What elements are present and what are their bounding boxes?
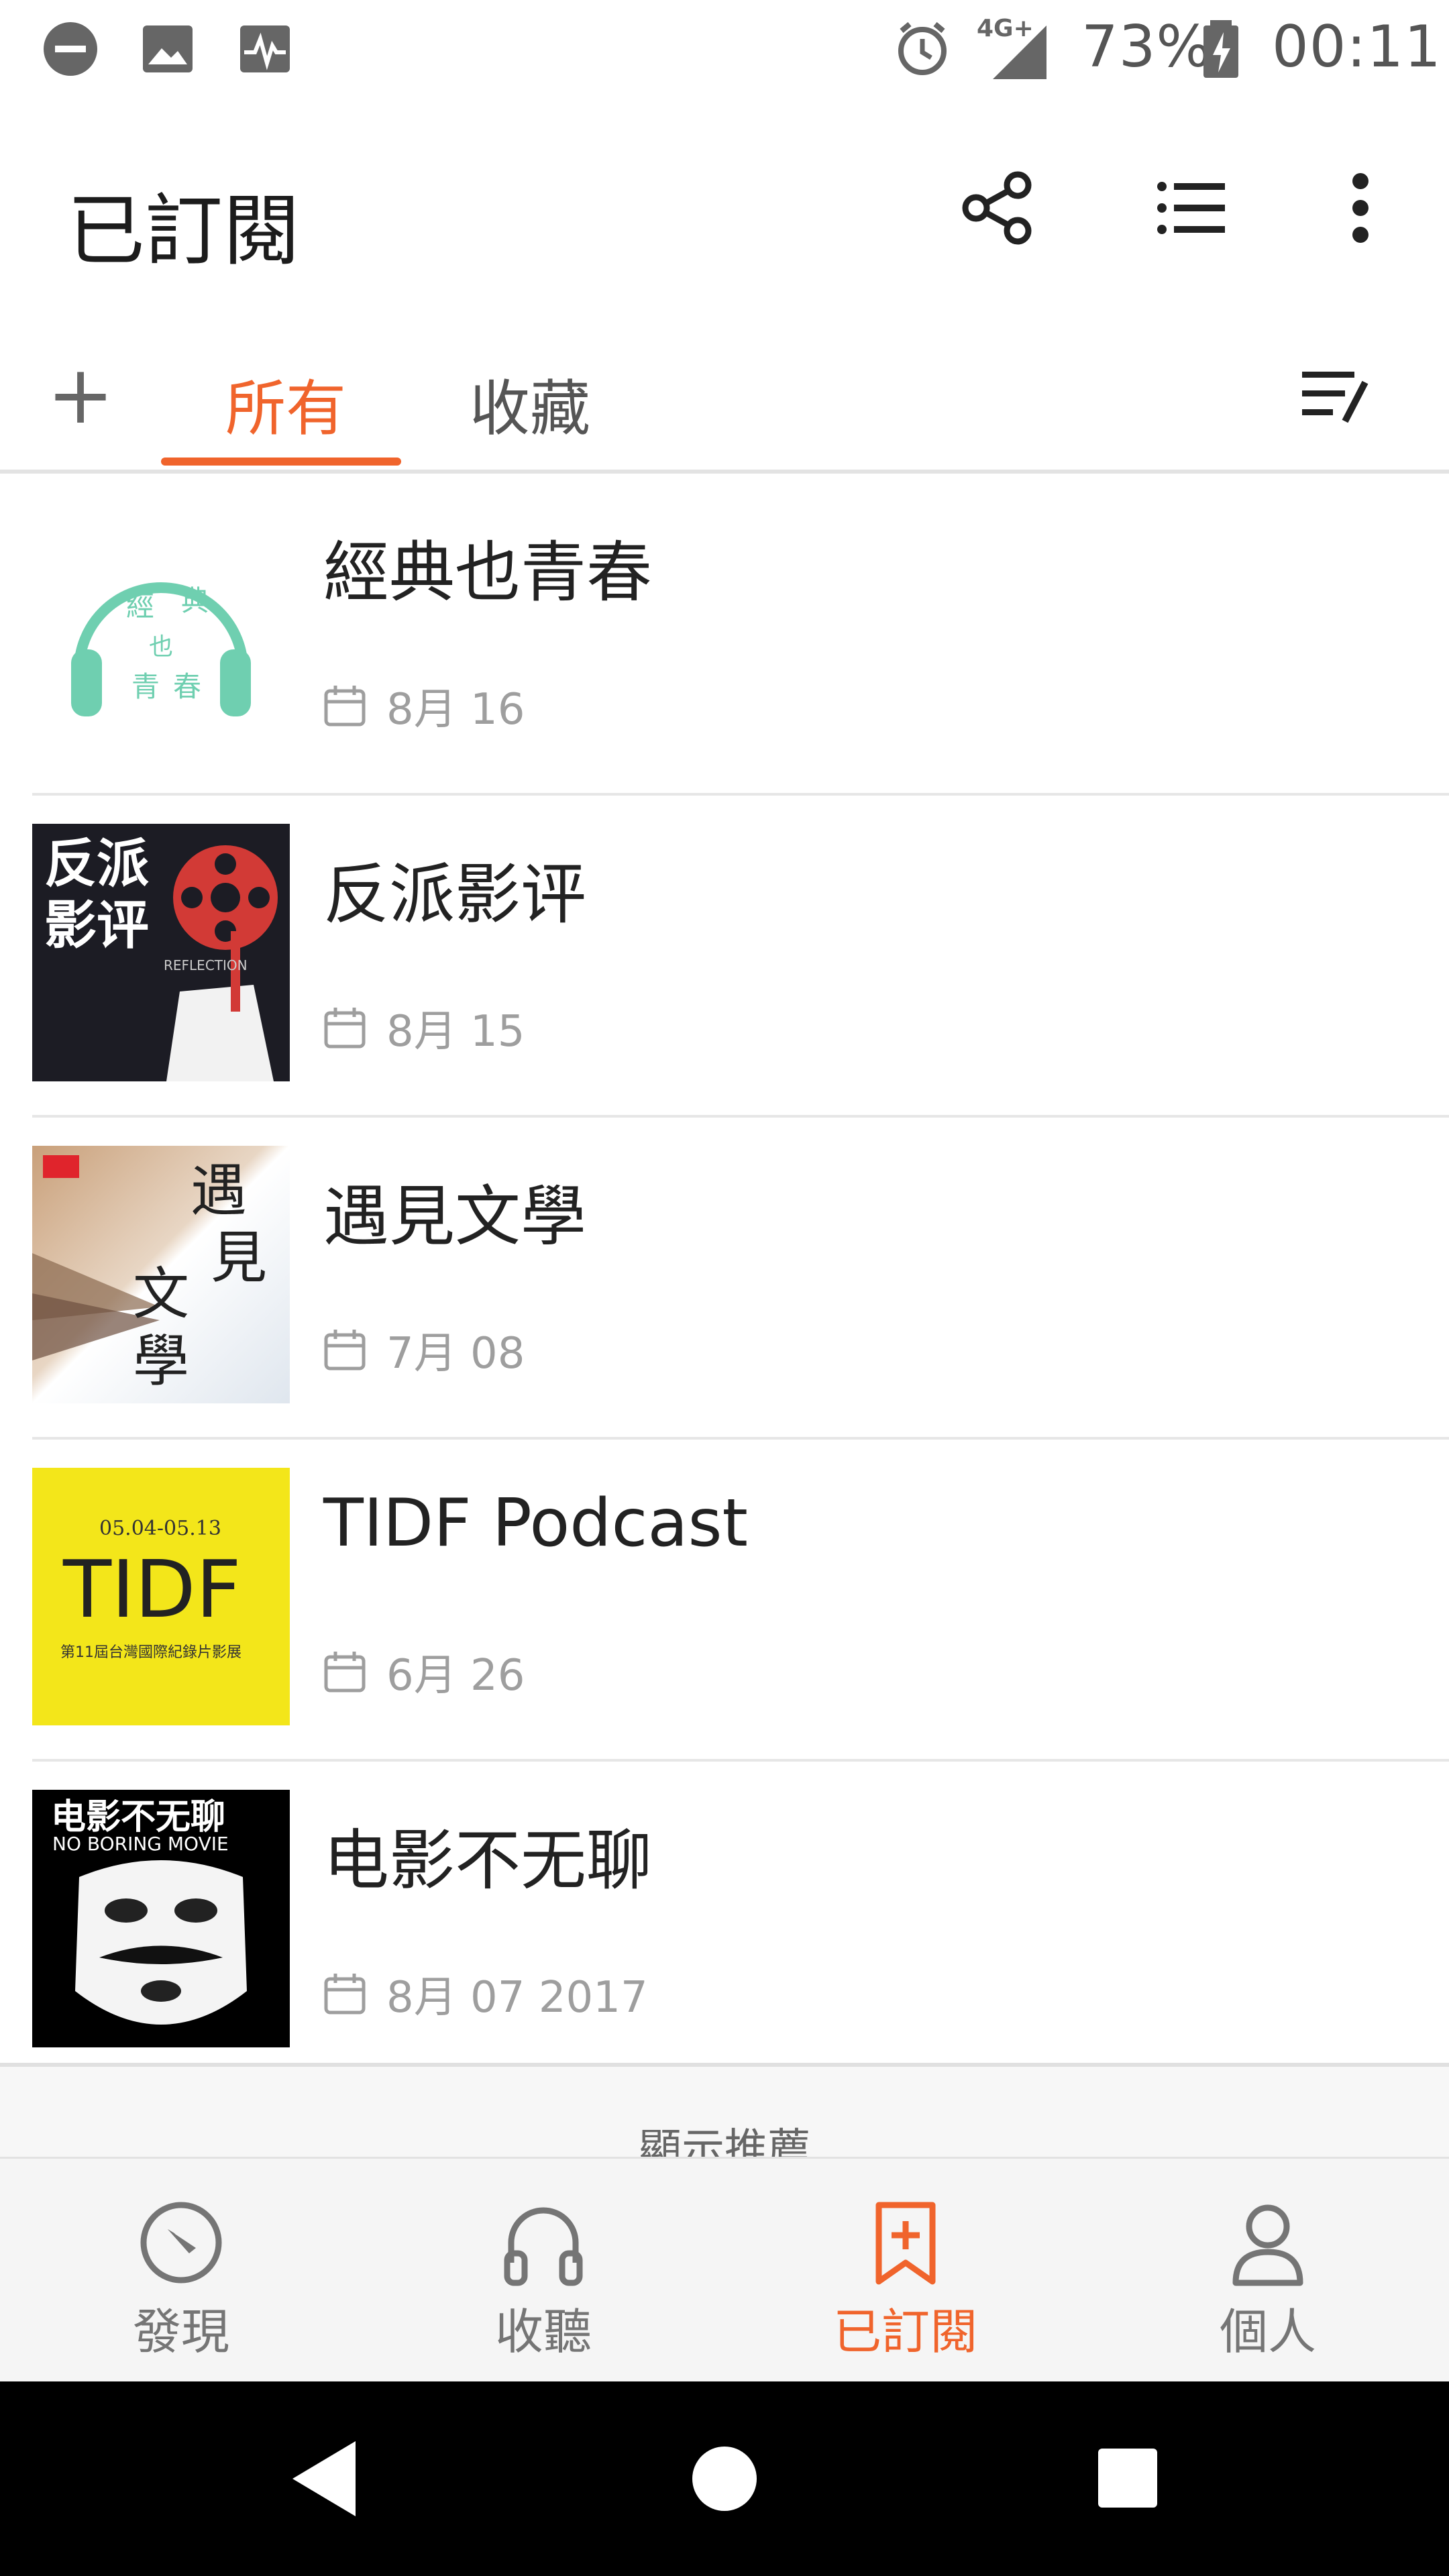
nav-subscribed-label: 已訂閱 xyxy=(833,2304,978,2360)
cover-text: TIDF xyxy=(62,1543,241,1635)
share-icon xyxy=(962,171,1032,245)
date-text: 7月 08 xyxy=(386,1329,525,1379)
podcast-cover: 反派 影评 REFLECTION xyxy=(32,824,290,1081)
app-bar: 已訂閱 xyxy=(0,101,1449,322)
date-text: 8月 16 xyxy=(386,685,525,735)
list-view-button[interactable] xyxy=(1144,161,1238,255)
tab-bar: + 所有 收藏 xyxy=(0,322,1449,474)
calendar-icon xyxy=(324,1008,366,1049)
list-icon xyxy=(1157,182,1225,234)
tab-favorites[interactable]: 收藏 xyxy=(470,360,590,447)
more-vert-icon xyxy=(1352,173,1368,243)
logo-char: 春 xyxy=(173,670,201,703)
image-icon xyxy=(143,25,193,72)
cover-text: 反派 xyxy=(44,834,149,894)
last-updated: 8月 07 2017 xyxy=(323,1963,648,2025)
calendar-icon xyxy=(324,1330,366,1371)
bottom-navigation: 發現 收聽 已訂閱 個人 xyxy=(0,2157,1449,2383)
tidf-cover-image: 05.04-05.13 TIDF 第11屆台灣國際紀錄片影展 xyxy=(60,1517,241,1661)
battery-charging-icon xyxy=(1203,20,1238,78)
system-navigation-bar xyxy=(0,2381,1449,2576)
podcast-cover: 經 典 也 青 春 xyxy=(32,502,290,759)
list-item[interactable]: 电影不无聊 NO BORING MOVIE 电影不无聊 8月 07 2017 xyxy=(0,1762,1449,2084)
logo-char: 也 xyxy=(149,633,173,661)
cover-text: 見 xyxy=(211,1225,267,1291)
nav-listen[interactable]: 收聽 xyxy=(362,2196,724,2370)
podcast-title: 电影不无聊 xyxy=(323,1823,653,1899)
status-bar: 4G+ 73% 00:11 xyxy=(0,0,1449,101)
list-item[interactable]: 遇 見 文 學 遇見文學 7月 08 xyxy=(0,1118,1449,1440)
last-updated: 8月 16 xyxy=(323,675,525,737)
last-updated: 8月 15 xyxy=(323,997,525,1059)
list-item[interactable]: 經 典 也 青 春 經典也青春 8月 16 xyxy=(0,474,1449,796)
book-cover-image: 遇 見 文 學 xyxy=(32,1155,267,1394)
home-button-icon[interactable] xyxy=(691,2445,758,2512)
logo-char: 青 xyxy=(131,670,160,703)
list-item[interactable]: 反派 影评 REFLECTION 反派影评 8月 15 xyxy=(0,796,1449,1118)
calendar-icon xyxy=(324,1652,366,1693)
cover-text: 第11屆台灣國際紀錄片影展 xyxy=(60,1644,241,1661)
page-title: 已訂閱 xyxy=(67,186,301,276)
share-button[interactable] xyxy=(951,161,1044,255)
podcast-title: 經典也青春 xyxy=(323,535,653,611)
nav-listen-label: 收聽 xyxy=(494,2304,592,2360)
signal-icon xyxy=(993,25,1046,79)
podcast-title: 遇見文學 xyxy=(323,1179,587,1255)
nav-profile-label: 個人 xyxy=(1219,2304,1316,2360)
activity-icon xyxy=(240,25,290,72)
edit-sort-button[interactable] xyxy=(1288,349,1382,443)
cover-text: 电影不无聊 xyxy=(51,1797,225,1837)
headphones-logo-image: 經 典 也 青 春 xyxy=(71,582,251,716)
more-options-button[interactable] xyxy=(1313,161,1407,255)
cover-text: NO BORING MOVIE xyxy=(52,1833,229,1855)
person-icon xyxy=(1232,2204,1303,2286)
nav-subscribed[interactable]: 已訂閱 xyxy=(724,2196,1087,2370)
date-text: 8月 15 xyxy=(386,1007,525,1057)
compass-icon xyxy=(140,2202,222,2284)
bookmark-add-icon xyxy=(875,2202,936,2285)
cover-text: 遇 xyxy=(191,1158,247,1224)
podcast-cover: 遇 見 文 學 xyxy=(32,1146,290,1403)
show-recommendations-label: 顯示推薦 xyxy=(639,2125,810,2161)
do-not-disturb-icon xyxy=(44,22,97,76)
podcast-cover: 05.04-05.13 TIDF 第11屆台灣國際紀錄片影展 xyxy=(32,1468,290,1725)
podcast-cover: 电影不无聊 NO BORING MOVIE xyxy=(32,1790,290,2047)
nav-profile[interactable]: 個人 xyxy=(1087,2196,1449,2370)
date-text: 6月 26 xyxy=(386,1651,525,1701)
clock: 00:11 xyxy=(1272,13,1442,80)
cover-text: 05.04-05.13 xyxy=(99,1517,221,1540)
add-tab-button[interactable]: + xyxy=(40,349,121,443)
cover-text: REFLECTION xyxy=(164,957,248,973)
cover-text: 影评 xyxy=(44,896,149,956)
cover-text: 學 xyxy=(133,1328,189,1394)
show-recommendations-button[interactable]: 顯示推薦 xyxy=(0,2063,1449,2161)
cover-text: 文 xyxy=(133,1261,189,1327)
back-button-icon[interactable] xyxy=(288,2438,362,2519)
alarm-icon xyxy=(898,21,947,75)
calendar-icon xyxy=(324,1974,366,2015)
last-updated: 6月 26 xyxy=(323,1641,525,1703)
recents-button-icon[interactable] xyxy=(1097,2447,1159,2509)
tab-all[interactable]: 所有 xyxy=(225,360,346,447)
headphones-icon xyxy=(504,2207,583,2286)
battery-percent: 73% xyxy=(1081,13,1212,80)
logo-char: 經 xyxy=(126,590,154,623)
date-text: 8月 07 2017 xyxy=(386,1973,648,2023)
active-tab-indicator xyxy=(161,458,401,466)
calendar-icon xyxy=(324,686,366,727)
podcast-title: TIDF Podcast xyxy=(323,1485,748,1562)
face-cover-image: 电影不无聊 NO BORING MOVIE xyxy=(51,1797,247,2025)
nav-discover-label: 發現 xyxy=(132,2304,229,2360)
podcast-title: 反派影评 xyxy=(323,857,587,933)
sort-edit-icon xyxy=(1302,372,1368,423)
nav-discover[interactable]: 發現 xyxy=(0,2196,362,2370)
film-reel-cover-image: 反派 影评 REFLECTION xyxy=(44,834,278,1081)
list-item[interactable]: 05.04-05.13 TIDF 第11屆台灣國際紀錄片影展 TIDF Podc… xyxy=(0,1440,1449,1762)
last-updated: 7月 08 xyxy=(323,1319,525,1381)
logo-char: 典 xyxy=(181,584,209,617)
